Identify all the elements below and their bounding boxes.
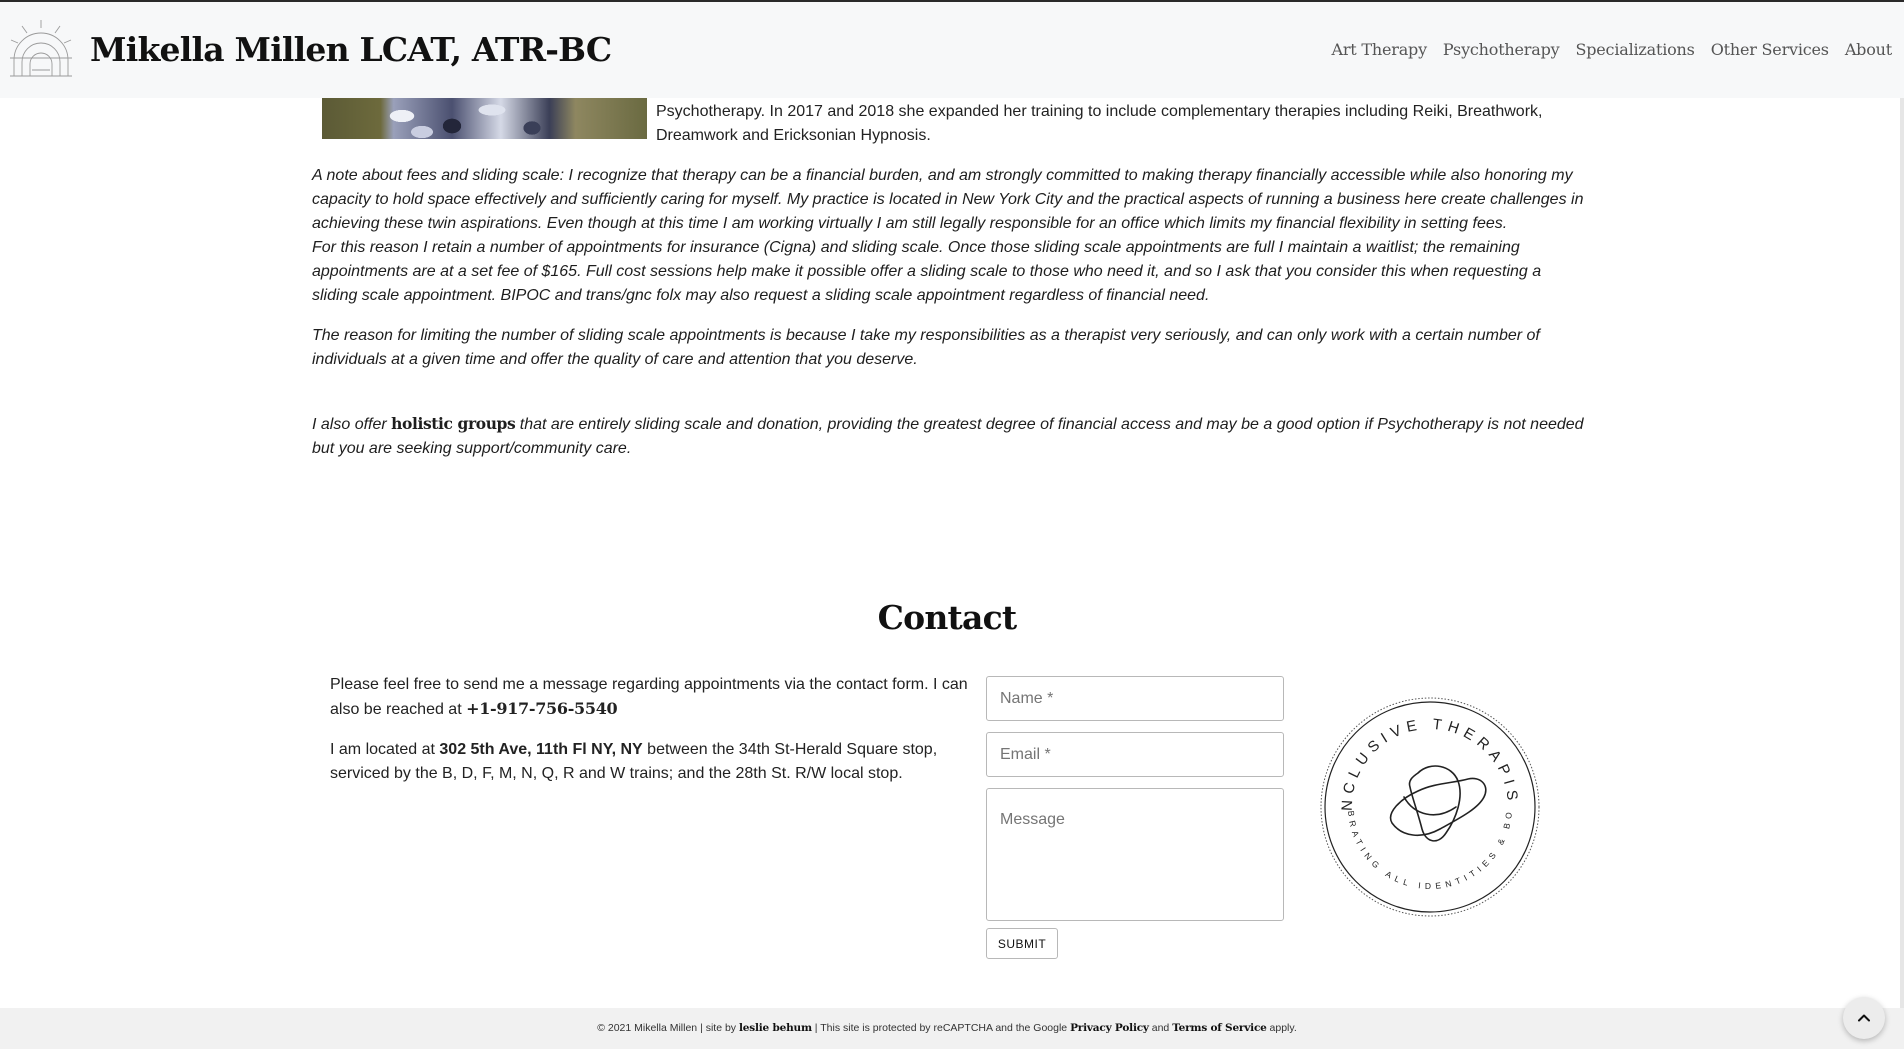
footer-author-link[interactable]: leslie behum [739, 1022, 812, 1034]
contact-heading: Contact [877, 598, 1017, 637]
footer-text: © 2021 Mikella Millen | site by leslie b… [0, 1022, 1894, 1034]
footer-copyright: © 2021 Mikella Millen | site by [597, 1022, 739, 1034]
footer-apply: apply. [1266, 1022, 1297, 1034]
submit-button[interactable]: SUBMIT [986, 928, 1058, 959]
phone-number[interactable]: +1-917-756-5540 [466, 699, 618, 718]
footer-recaptcha-text: | This site is protected by reCAPTCHA an… [811, 1022, 1071, 1034]
site-footer: © 2021 Mikella Millen | site by leslie b… [0, 1008, 1904, 1049]
back-to-top-button[interactable] [1843, 997, 1885, 1039]
contact-location: I am located at 302 5th Ave, 11th Fl NY,… [330, 738, 970, 786]
nav-specializations[interactable]: Specializations [1575, 40, 1694, 59]
footer-and: and [1148, 1022, 1173, 1034]
main-nav: Art Therapy Psychotherapy Specialization… [1331, 40, 1892, 59]
site-header: Mikella Millen LCAT, ATR-BC Art Therapy … [0, 2, 1904, 98]
sunrise-arch-logo-icon[interactable] [8, 18, 74, 80]
contact-intro-text: Please feel free to send me a message re… [330, 676, 968, 718]
email-field[interactable] [986, 732, 1284, 777]
site-title[interactable]: Mikella Millen LCAT, ATR-BC [90, 30, 612, 69]
nav-art-therapy[interactable]: Art Therapy [1331, 40, 1427, 59]
svg-text:INCLUSIVE THERAPIST: INCLUSIVE THERAPIST [1318, 695, 1521, 811]
holistic-groups-note: I also offer holistic groups that are en… [312, 412, 1588, 461]
contact-intro: Please feel free to send me a message re… [330, 673, 970, 722]
nav-psychotherapy[interactable]: Psychotherapy [1443, 40, 1560, 59]
message-field[interactable] [986, 788, 1284, 921]
badge-knot-mark [1389, 765, 1487, 842]
inclusive-therapist-badge[interactable]: INCLUSIVE THERAPIST CELEBRATING ALL IDEN… [1318, 695, 1542, 919]
bio-continuation: Psychotherapy. In 2017 and 2018 she expa… [656, 103, 1543, 144]
location-prefix: I am located at [330, 741, 440, 758]
privacy-policy-link[interactable]: Privacy Policy [1070, 1022, 1149, 1034]
page-scrollbar[interactable] [1900, 2, 1904, 1008]
fees-note-p3: The reason for limiting the number of sl… [312, 327, 1540, 368]
office-address: 302 5th Ave, 11th Fl NY, NY [439, 741, 643, 758]
nav-other-services[interactable]: Other Services [1711, 40, 1829, 59]
badge-top-text: INCLUSIVE THERAPIST [1318, 695, 1516, 811]
terms-of-service-link[interactable]: Terms of Service [1172, 1022, 1267, 1034]
nav-about[interactable]: About [1845, 40, 1892, 59]
fees-note-p1: A note about fees and sliding scale: I r… [312, 167, 1584, 232]
fees-note-p2: For this reason I retain a number of app… [312, 239, 1542, 304]
name-field[interactable] [986, 676, 1284, 721]
chevron-up-icon [1858, 1014, 1870, 1022]
holistic-groups-link[interactable]: holistic groups [391, 414, 516, 433]
therapist-photo [322, 98, 647, 139]
groups-prefix: I also offer [312, 416, 392, 433]
